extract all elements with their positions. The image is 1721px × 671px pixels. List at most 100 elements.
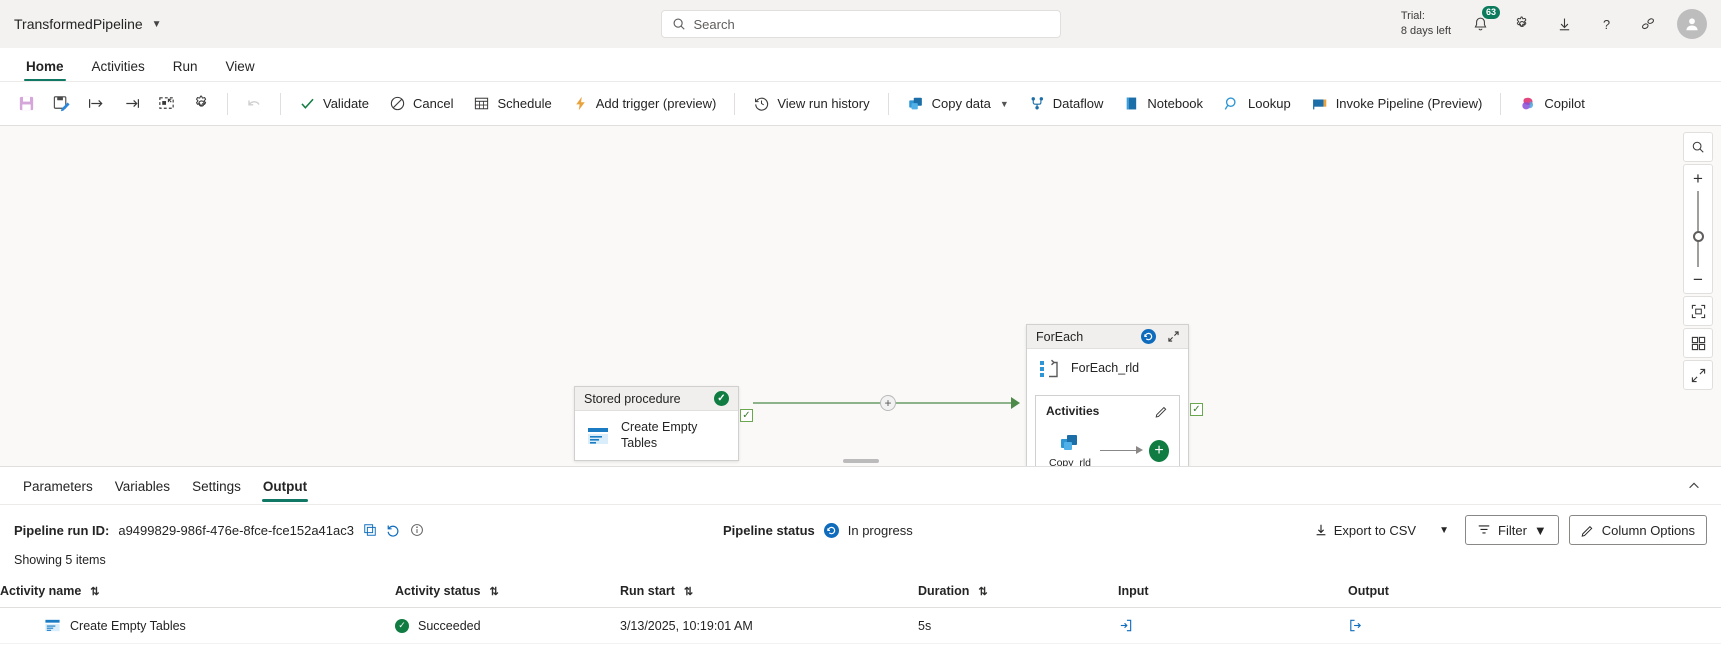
- collapse-node-icon[interactable]: [1168, 331, 1179, 342]
- ribbon-tab-bar: Home Activities Run View: [0, 48, 1721, 82]
- column-label: Activity status: [395, 584, 481, 598]
- sort-icon[interactable]: ⇅: [684, 586, 693, 598]
- success-output-port[interactable]: ✓: [740, 409, 753, 422]
- schedule-button[interactable]: Schedule: [464, 89, 560, 119]
- filter-button[interactable]: Filter ▼: [1465, 515, 1559, 545]
- search-box[interactable]: [660, 10, 1061, 38]
- schedule-label: Schedule: [497, 96, 552, 111]
- notification-badge: 63: [1481, 6, 1500, 19]
- zoom-in-icon[interactable]: +: [1684, 170, 1712, 187]
- dataflow-button[interactable]: Dataflow: [1020, 89, 1113, 119]
- tab-home[interactable]: Home: [14, 55, 76, 81]
- invoke-pipeline-label: Invoke Pipeline (Preview): [1335, 96, 1483, 111]
- page-title: TransformedPipeline: [14, 16, 143, 32]
- column-header-output[interactable]: Output: [1348, 575, 1721, 608]
- foreach-type-label: ForEach: [1036, 329, 1084, 344]
- foreach-success-output-port[interactable]: ✓: [1190, 403, 1203, 416]
- refresh-icon[interactable]: [386, 523, 401, 538]
- divider: [734, 92, 736, 115]
- info-icon[interactable]: [410, 523, 424, 537]
- sort-icon[interactable]: ⇅: [978, 586, 987, 598]
- save-as-button[interactable]: [45, 89, 78, 119]
- column-header-input[interactable]: Input: [1118, 575, 1348, 608]
- zoom-thumb[interactable]: [1692, 231, 1704, 242]
- tab-parameters[interactable]: Parameters: [14, 470, 102, 502]
- pipeline-status-value: In progress: [847, 522, 913, 538]
- export-options-chevron-icon[interactable]: ▼: [1432, 521, 1455, 540]
- stored-procedure-icon: [44, 617, 61, 634]
- notebook-button[interactable]: Notebook: [1114, 89, 1212, 119]
- panel-resize-handle[interactable]: [842, 459, 879, 463]
- tab-output[interactable]: Output: [254, 470, 316, 502]
- view-run-history-button[interactable]: View run history: [744, 89, 878, 119]
- column-header-duration[interactable]: Duration ⇅: [918, 575, 1118, 608]
- stored-procedure-type-label: Stored procedure: [584, 391, 681, 406]
- activity-node-foreach[interactable]: ForEach ForEach_rld Activities Copy_rld …: [1026, 324, 1189, 467]
- zoom-search-icon[interactable]: [1683, 132, 1713, 162]
- add-inner-activity-button[interactable]: +: [1149, 439, 1169, 462]
- notification-bell-icon[interactable]: 63: [1467, 6, 1500, 37]
- column-options-label: Column Options: [1601, 522, 1695, 538]
- column-header-activity-name[interactable]: Activity name ⇅: [0, 575, 395, 608]
- help-question-icon[interactable]: ?: [1593, 11, 1619, 37]
- chevron-down-icon[interactable]: ▼: [1534, 523, 1547, 538]
- feedback-icon[interactable]: [1635, 11, 1661, 37]
- invoke-pipeline-button[interactable]: Invoke Pipeline (Preview): [1302, 89, 1492, 119]
- search-input[interactable]: [693, 16, 1050, 32]
- pipeline-settings-gear-icon[interactable]: [185, 89, 218, 119]
- pipeline-canvas[interactable]: Stored procedure ✓ Create Empty Tables ✓…: [0, 126, 1721, 467]
- column-header-run-start[interactable]: Run start ⇅: [620, 575, 918, 608]
- edit-activities-pencil-icon[interactable]: [1155, 404, 1169, 418]
- divider: [1500, 92, 1502, 115]
- column-header-activity-status[interactable]: Activity status ⇅: [395, 575, 620, 608]
- add-activity-on-edge-button[interactable]: +: [880, 395, 896, 411]
- chevron-down-icon[interactable]: ▼: [152, 19, 162, 30]
- cell-output[interactable]: [1348, 607, 1721, 644]
- cancel-label: Cancel: [413, 96, 454, 111]
- inner-activity-copy[interactable]: Copy_rld: [1049, 432, 1092, 467]
- download-icon[interactable]: [1551, 11, 1577, 37]
- collapse-panel-chevron-icon[interactable]: [1681, 475, 1707, 497]
- top-bar: TransformedPipeline ▼ Trial: 8 days left…: [0, 0, 1721, 48]
- table-row[interactable]: Create Empty Tables ✓ Succeeded 3/13/202…: [0, 607, 1721, 644]
- undo-button[interactable]: [237, 89, 271, 119]
- chevron-down-icon[interactable]: ▼: [1000, 99, 1009, 109]
- copy-data-button[interactable]: Copy data ▼: [898, 89, 1018, 119]
- add-trigger-label: Add trigger (preview): [595, 96, 717, 111]
- lookup-button[interactable]: Lookup: [1214, 89, 1300, 119]
- sort-icon[interactable]: ⇅: [489, 586, 498, 598]
- tab-activities[interactable]: Activities: [80, 55, 157, 81]
- output-icon[interactable]: [1348, 618, 1721, 633]
- tab-run[interactable]: Run: [161, 55, 210, 81]
- zoom-out-icon[interactable]: −: [1684, 271, 1712, 288]
- input-icon[interactable]: [1118, 618, 1348, 633]
- account-avatar[interactable]: [1677, 9, 1707, 39]
- tab-settings[interactable]: Settings: [183, 470, 250, 502]
- inner-activity-label: Copy_rld: [1049, 457, 1092, 467]
- activity-node-stored-procedure[interactable]: Stored procedure ✓ Create Empty Tables: [574, 386, 739, 462]
- cancel-button[interactable]: Cancel: [380, 89, 462, 119]
- collapse-canvas-icon[interactable]: [1683, 360, 1713, 390]
- debug-settings-icon[interactable]: [150, 89, 183, 119]
- copilot-button[interactable]: Copilot: [1510, 89, 1593, 119]
- zoom-slider[interactable]: + −: [1683, 164, 1713, 294]
- filter-label: Filter: [1498, 522, 1527, 538]
- command-bar: Validate Cancel Schedule Add trigger (pr…: [0, 82, 1721, 126]
- tab-variables[interactable]: Variables: [106, 470, 179, 502]
- sort-icon[interactable]: ⇅: [90, 586, 99, 598]
- run-to-end-button[interactable]: [115, 89, 148, 119]
- copy-run-id-icon[interactable]: [363, 523, 377, 537]
- lightning-bolt-icon: [572, 95, 589, 112]
- add-trigger-button[interactable]: Add trigger (preview): [563, 89, 726, 119]
- column-options-button[interactable]: Column Options: [1568, 515, 1707, 545]
- trial-status: Trial: 8 days left: [1401, 9, 1451, 39]
- save-button[interactable]: [10, 89, 43, 119]
- export-to-csv-button[interactable]: Export to CSV: [1308, 519, 1422, 542]
- validate-button[interactable]: Validate: [290, 89, 378, 119]
- fit-to-screen-icon[interactable]: [1683, 296, 1713, 326]
- run-from-start-button[interactable]: [80, 89, 113, 119]
- auto-layout-icon[interactable]: [1683, 328, 1713, 358]
- cell-input[interactable]: [1118, 607, 1348, 644]
- settings-gear-icon[interactable]: [1509, 11, 1535, 37]
- tab-view[interactable]: View: [214, 55, 267, 81]
